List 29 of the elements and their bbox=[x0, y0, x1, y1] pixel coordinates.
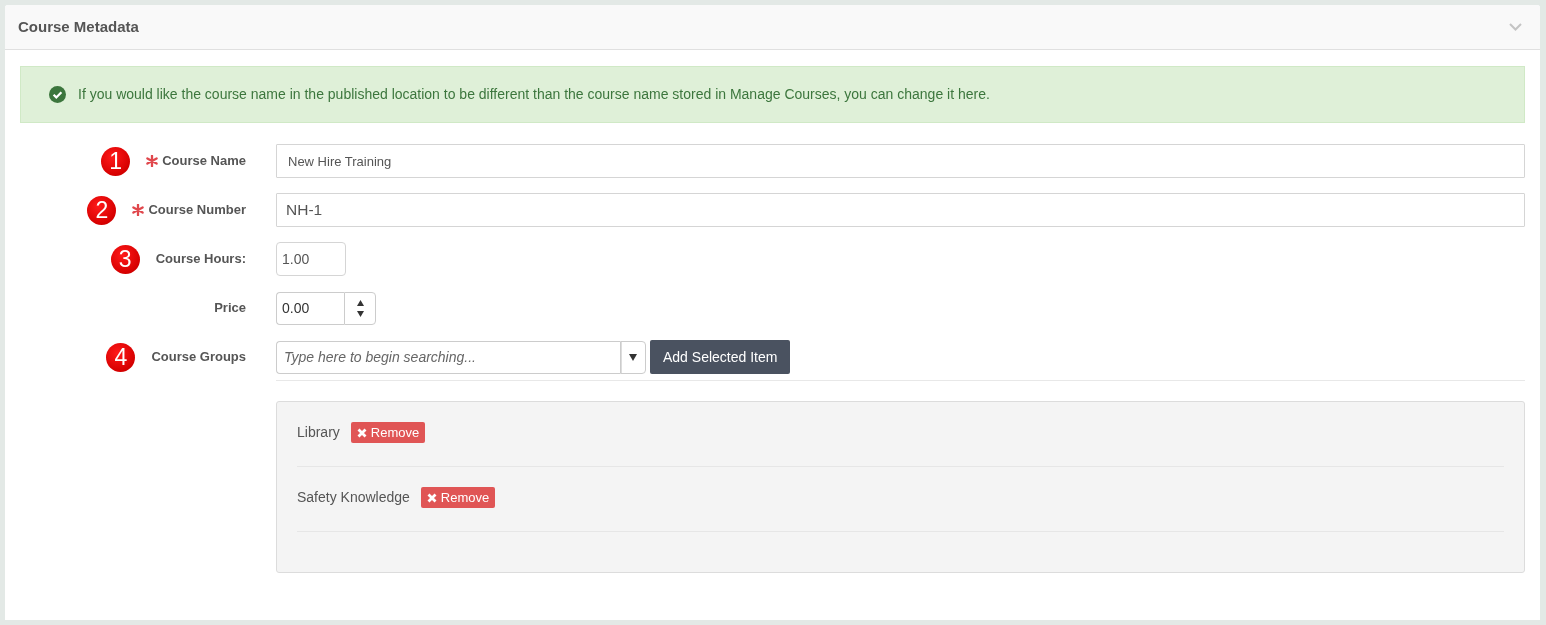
check-circle-icon bbox=[49, 86, 66, 103]
field-label: Course Hours: bbox=[155, 250, 246, 269]
dropdown-toggle-button[interactable] bbox=[620, 340, 646, 374]
group-name: Library bbox=[297, 423, 340, 442]
spin-down-icon[interactable] bbox=[356, 310, 364, 317]
panel-title: Course Metadata bbox=[18, 16, 139, 37]
step-marker: 3 bbox=[110, 244, 140, 274]
field-label: Price bbox=[214, 299, 246, 318]
spin-up-icon[interactable] bbox=[356, 299, 364, 306]
remove-button[interactable]: Remove bbox=[420, 487, 496, 508]
text-field[interactable]: NH-1 bbox=[276, 193, 1525, 227]
search-field[interactable]: Type here to begin searching... bbox=[276, 340, 620, 374]
field-label: Course Name bbox=[162, 152, 246, 171]
x-icon bbox=[426, 492, 437, 503]
step-marker: 4 bbox=[106, 342, 136, 372]
text-field[interactable]: New Hire Training bbox=[276, 144, 1525, 178]
x-icon bbox=[356, 427, 367, 438]
alert-message: If you would like the course name in the published location to be different than the course name stored in Manage Courses, you can change it here. bbox=[78, 85, 990, 104]
spin-buttons[interactable] bbox=[344, 291, 376, 325]
field-label: Course Groups bbox=[151, 348, 246, 367]
step-marker: 2 bbox=[87, 195, 117, 225]
step-marker: 1 bbox=[101, 146, 131, 176]
remove-button[interactable]: Remove bbox=[350, 422, 426, 443]
number-field[interactable]: 1.00 bbox=[276, 242, 346, 276]
add-selected-button[interactable]: Add Selected Item bbox=[650, 340, 791, 374]
field-label: Course Number bbox=[148, 201, 246, 220]
number-field[interactable]: 0.00 bbox=[276, 291, 344, 325]
caret-down-icon[interactable] bbox=[629, 353, 637, 361]
group-name: Safety Knowledge bbox=[297, 488, 410, 507]
